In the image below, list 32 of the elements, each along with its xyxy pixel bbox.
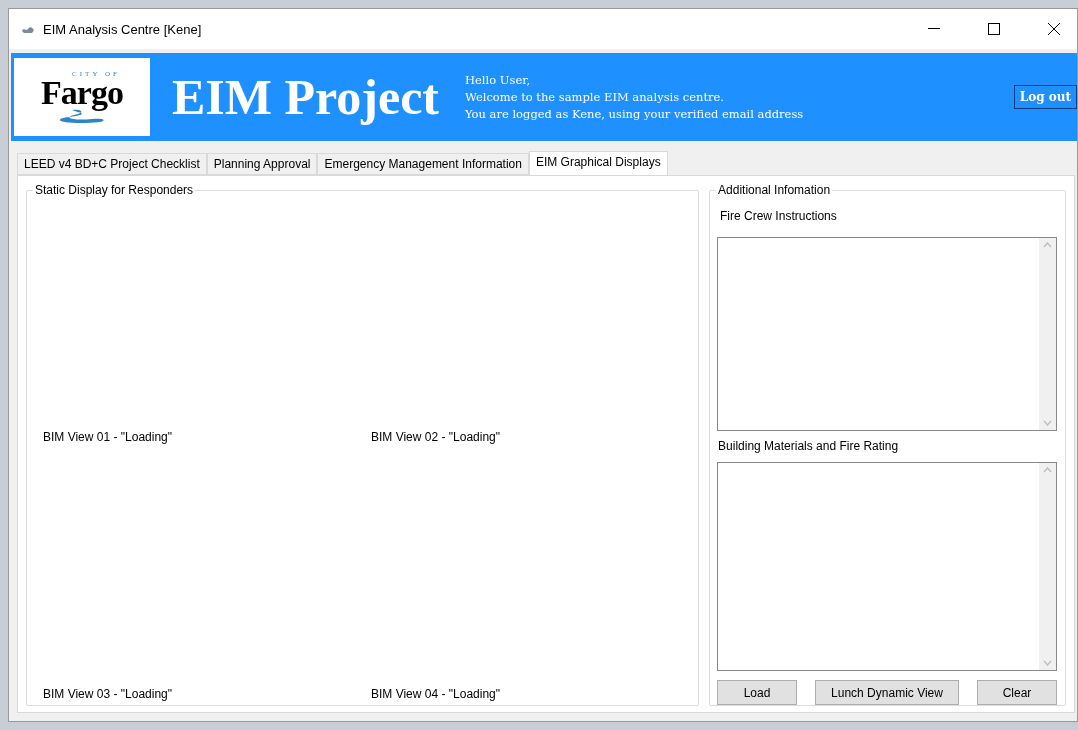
- text-area[interactable]: [717, 461, 1057, 671]
- greeting-text: Welcome to the sample EIM analysis centre.: [465, 90, 725, 104]
- tab[interactable]: EIM Graphical Displays: [528, 151, 668, 175]
- maximize-icon[interactable]: [988, 23, 1000, 35]
- minimize-icon[interactable]: [928, 28, 940, 30]
- action-button[interactable]: Load: [717, 680, 798, 705]
- panel-title: Additional Infomation: [716, 183, 833, 197]
- field-label: Fire Crew Instructions: [720, 209, 838, 223]
- action-button[interactable]: Clear: [977, 680, 1057, 705]
- action-button[interactable]: Lunch Dynamic View: [815, 680, 959, 705]
- scroll-up-icon[interactable]: [1043, 466, 1052, 473]
- close-icon[interactable]: [1048, 23, 1060, 35]
- view-label: BIM View 01 - "Loading": [43, 430, 173, 444]
- greeting-text: You are logged as Kene, using your verified email address: [465, 107, 805, 121]
- scrollbar[interactable]: [1039, 238, 1056, 430]
- scroll-down-icon[interactable]: [1043, 660, 1052, 666]
- app-icon: [21, 24, 35, 34]
- view-label: BIM View 03 - "Loading": [43, 687, 173, 701]
- greeting-text: Hello User,: [465, 73, 532, 87]
- panel-title: Static Display for Responders: [33, 183, 196, 197]
- project-title: EIM Project: [172, 68, 440, 126]
- tab[interactable]: Planning Approval: [206, 153, 318, 175]
- view-label: BIM View 04 - "Loading": [371, 687, 501, 701]
- tab[interactable]: LEED v4 BD+C Project Checklist: [17, 153, 207, 175]
- window-title: EIM Analysis Centre [Kene]: [43, 21, 203, 37]
- tab[interactable]: Emergency Management Information: [317, 153, 529, 175]
- text-area[interactable]: [717, 237, 1057, 431]
- scroll-down-icon[interactable]: [1043, 419, 1052, 426]
- field-label: Building Materials and Fire Rating: [718, 438, 900, 453]
- view-label: BIM View 02 - "Loading": [371, 430, 501, 444]
- scrollbar[interactable]: [1039, 462, 1056, 670]
- scroll-up-icon[interactable]: [1043, 242, 1052, 248]
